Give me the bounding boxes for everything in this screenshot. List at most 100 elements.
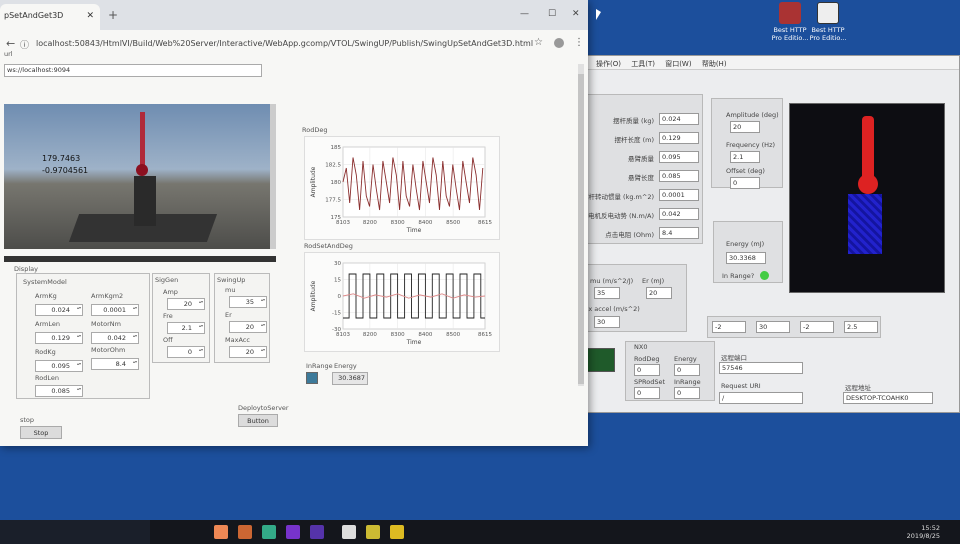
x-tick-label: 8615 (478, 220, 492, 226)
param-value[interactable]: 0.129 (659, 132, 699, 144)
taskbar-chrome-icon[interactable] (262, 525, 276, 539)
energy-label: Energy (334, 362, 357, 370)
taskbar-app-icon[interactable] (238, 525, 252, 539)
mu-input[interactable]: 35 (229, 296, 267, 308)
param-label: 电机反电动势 (N.m/A) (587, 212, 654, 220)
menu-item-window[interactable]: 窗口(W) (665, 60, 691, 68)
frequency-value[interactable]: 2.1 (730, 151, 760, 163)
ws-url-input[interactable]: ws://localhost:9094 (4, 64, 262, 77)
max-acc-label: MaxAcc (225, 336, 250, 344)
param-label: 悬臂长度 (628, 174, 654, 182)
taskbar-labview-icon[interactable] (390, 525, 404, 539)
array-value[interactable]: 2.5 (844, 321, 878, 333)
info-icon[interactable]: ⓘ (20, 38, 29, 51)
taskbar-app-icon[interactable] (214, 525, 228, 539)
energy2-label: Energy (674, 355, 697, 363)
rod-kg-input[interactable]: 0.095 (35, 360, 83, 372)
page-scrollbar[interactable] (578, 64, 584, 386)
in-range-label: In Range? (722, 272, 755, 280)
x-tick-label: 8400 (418, 220, 432, 226)
menu-icon[interactable]: ⋮ (574, 37, 584, 48)
new-tab-icon[interactable]: + (108, 8, 118, 22)
array-value[interactable]: 30 (756, 321, 790, 333)
arm-kg-label: ArmKg (35, 292, 57, 300)
off-input[interactable]: 0 (167, 346, 205, 358)
address-bar: ← ⓘ localhost:50843/HtmlVI/Build/Web%20S… (0, 34, 588, 56)
system-tray[interactable]: 15:52 2019/8/25 (907, 524, 940, 540)
bookmark-star-icon[interactable]: ☆ (534, 37, 543, 48)
minimize-icon[interactable]: — (520, 9, 529, 19)
motor-nm-input[interactable]: 0.042 (91, 332, 139, 344)
tray-date: 2019/8/25 (906, 532, 940, 540)
maximize-icon[interactable]: ☐ (548, 9, 556, 19)
unity-hscrollbar[interactable] (4, 256, 276, 262)
array-value[interactable]: -2 (800, 321, 834, 333)
x-tick-label: 8200 (363, 332, 377, 338)
taskbar-labview-icon[interactable] (366, 525, 380, 539)
profile-avatar[interactable] (554, 38, 564, 48)
param-label: 摆杆质量 (kg) (612, 117, 654, 125)
desktop-icon-label: Best HTTP Pro Editio... (809, 26, 847, 42)
web-page: url ws://localhost:9094 179.7463 -0.9704… (0, 50, 588, 446)
param-value[interactable]: 0.085 (659, 170, 699, 182)
arm-kg-input[interactable]: 0.024 (35, 304, 83, 316)
amp-input[interactable]: 20 (167, 298, 205, 310)
close-window-icon[interactable]: ✕ (572, 9, 580, 19)
motor-nm-label: MotorNm (91, 320, 121, 328)
taskbar-app-icon[interactable] (310, 525, 324, 539)
er-value[interactable]: 20 (646, 287, 672, 299)
arm-kgm2-label: ArmKgm2 (91, 292, 124, 300)
page-scroll-thumb[interactable] (578, 74, 584, 384)
desktop-icon-best-http-2[interactable]: Best HTTP Pro Editio... (808, 2, 848, 42)
y-axis-label: Amplitude (310, 280, 317, 311)
param-value[interactable]: 8.4 (659, 227, 699, 239)
max-acc-input[interactable]: 20 (229, 346, 267, 358)
url-text[interactable]: localhost:50843/HtmlVI/Build/Web%20Serve… (36, 39, 533, 48)
in-range2-value: 0 (674, 387, 700, 399)
desktop-icon-best-http-1[interactable]: Best HTTP Pro Editio... (770, 2, 810, 42)
deploy-label: DeploytoServer (238, 404, 289, 412)
fre-input[interactable]: 2.1 (167, 322, 205, 334)
param-value[interactable]: 0.0001 (659, 189, 699, 201)
deploy-button[interactable]: Button (238, 414, 278, 427)
menu-item-operate[interactable]: 操作(O) (596, 60, 621, 68)
taskbar-vs-icon[interactable] (286, 525, 300, 539)
taskbar-unity-icon[interactable] (342, 525, 356, 539)
taskbar: 15:52 2019/8/25 (150, 520, 960, 544)
motor-ohm-input[interactable]: 8.4 (91, 358, 139, 370)
param-value[interactable]: 0.095 (659, 151, 699, 163)
x-tick-label: 8500 (446, 332, 460, 338)
amplitude-value[interactable]: 20 (730, 121, 760, 133)
back-icon[interactable]: ← (6, 37, 15, 50)
in-range-led (760, 271, 769, 280)
er-input[interactable]: 20 (229, 321, 267, 333)
sig-gen-group: SigGen Amp 20 Fre 2.1 Off 0 (152, 273, 210, 363)
close-tab-icon[interactable]: ✕ (86, 11, 94, 21)
stop-button[interactable]: Stop (20, 426, 62, 439)
arm-len-input[interactable]: 0.129 (35, 332, 83, 344)
mu-value[interactable]: 35 (594, 287, 620, 299)
rod-kg-label: RodKg (35, 348, 56, 356)
group-title: SigGen (155, 276, 179, 284)
array-value[interactable]: -2 (712, 321, 746, 333)
rod-len-input[interactable]: 0.085 (35, 385, 83, 397)
in-range-led (306, 372, 318, 384)
desktop-icon-label: Best HTTP Pro Editio... (771, 26, 809, 42)
nx-label: NX0 (634, 343, 648, 351)
menu-item-help[interactable]: 帮助(H) (702, 60, 727, 68)
x-axis-label: Time (406, 227, 422, 234)
param-value[interactable]: 0.024 (659, 113, 699, 125)
arm-kgm2-input[interactable]: 0.0001 (91, 304, 139, 316)
menu-item-tools[interactable]: 工具(T) (631, 60, 655, 68)
off-label: Off (163, 336, 173, 344)
mu-label: mu (225, 286, 236, 294)
browser-window: pSetAndGet3D ✕ + — ☐ ✕ ← ⓘ localhost:508… (0, 0, 588, 446)
x-tick-label: 8300 (391, 332, 405, 338)
x-axis-label: Time (406, 339, 422, 346)
offset-value[interactable]: 0 (730, 177, 760, 189)
motor-body (134, 176, 156, 226)
browser-tab[interactable]: pSetAndGet3D ✕ (0, 4, 100, 30)
unity-scrollbar[interactable] (270, 104, 276, 249)
param-value[interactable]: 0.042 (659, 208, 699, 220)
max-accel-value[interactable]: 30 (594, 316, 620, 328)
